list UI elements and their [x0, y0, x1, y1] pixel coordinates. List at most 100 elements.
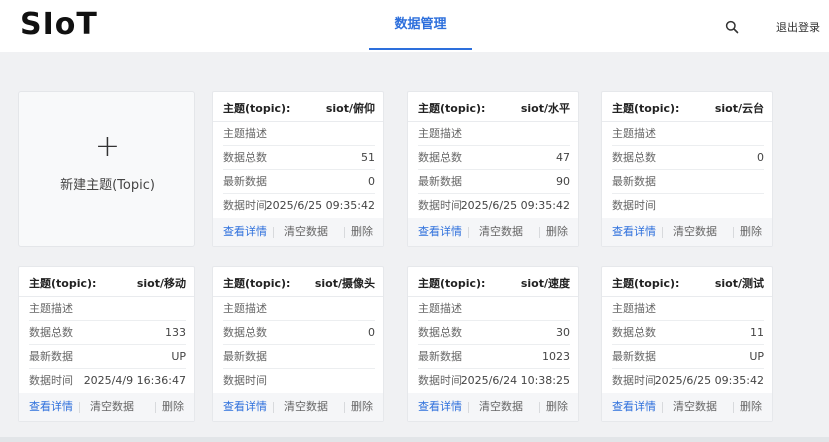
topic-name: siot/摄像头	[314, 277, 375, 290]
siot-logo[interactable]: SIoT	[20, 6, 98, 44]
clear-data-button[interactable]: 清空数据	[673, 393, 717, 421]
topic-key-label: 主题(topic):	[612, 102, 680, 115]
time-row: 数据时间	[612, 194, 764, 218]
delete-button[interactable]: 删除	[162, 393, 184, 421]
logout-link[interactable]: 退出登录	[776, 19, 820, 35]
action-divider	[344, 402, 345, 413]
topic-card: 主题(topic): siot/俯仰 主题描述 数据总数 51 最新数据 0 数据时间 2025…	[212, 91, 384, 247]
time-label: 数据时间	[612, 199, 656, 212]
topic-key-label: 主题(topic):	[612, 277, 680, 290]
count-row: 数据总数 30	[418, 321, 570, 345]
card-header: 主题(topic): siot/水平	[408, 92, 578, 122]
count-row: 数据总数 47	[418, 146, 570, 170]
search-icon[interactable]	[725, 20, 739, 34]
card-header: 主题(topic): siot/云台	[602, 92, 772, 122]
latest-label: 最新数据	[223, 175, 267, 188]
bottom-scroll-strip	[0, 437, 829, 442]
latest-label: 最新数据	[418, 350, 462, 363]
clear-data-button[interactable]: 清空数据	[479, 218, 523, 246]
action-divider	[273, 402, 274, 413]
desc-row: 主题描述	[418, 297, 570, 321]
topic-card: 主题(topic): siot/移动 主题描述 数据总数 133 最新数据 UP 数据时间 20…	[18, 266, 195, 422]
tab-data-management[interactable]: 数据管理	[369, 0, 472, 52]
latest-value: UP	[171, 350, 186, 363]
delete-button[interactable]: 删除	[351, 218, 373, 246]
clear-data-button[interactable]: 清空数据	[673, 218, 717, 246]
latest-row: 最新数据	[223, 345, 375, 369]
card-actions: 查看详情 清空数据 删除	[213, 218, 383, 246]
count-value: 133	[165, 326, 186, 339]
desc-row: 主题描述	[223, 297, 375, 321]
count-row: 数据总数 11	[612, 321, 764, 345]
clear-data-button[interactable]: 清空数据	[479, 393, 523, 421]
topic-key-label: 主题(topic):	[29, 277, 97, 290]
count-label: 数据总数	[418, 151, 462, 164]
time-label: 数据时间	[418, 374, 462, 387]
desc-label: 主题描述	[612, 302, 656, 315]
count-label: 数据总数	[612, 151, 656, 164]
action-divider	[155, 402, 156, 413]
topic-name: siot/速度	[520, 277, 570, 290]
time-label: 数据时间	[223, 199, 267, 212]
view-detail-button[interactable]: 查看详情	[29, 393, 73, 421]
latest-row: 最新数据 1023	[418, 345, 570, 369]
desc-label: 主题描述	[223, 302, 267, 315]
clear-data-button[interactable]: 清空数据	[90, 393, 134, 421]
topic-key-label: 主题(topic):	[418, 102, 486, 115]
topic-name: siot/云台	[714, 102, 764, 115]
count-label: 数据总数	[223, 326, 267, 339]
clear-data-button[interactable]: 清空数据	[284, 393, 328, 421]
view-detail-button[interactable]: 查看详情	[223, 393, 267, 421]
view-detail-button[interactable]: 查看详情	[418, 393, 462, 421]
card-actions: 查看详情 清空数据 删除	[602, 218, 772, 246]
clear-data-button[interactable]: 清空数据	[284, 218, 328, 246]
card-header: 主题(topic): siot/移动	[19, 267, 194, 297]
delete-button[interactable]: 删除	[740, 393, 762, 421]
time-value: 2025/6/25 09:35:42	[460, 199, 570, 212]
latest-row: 最新数据 90	[418, 170, 570, 194]
delete-button[interactable]: 删除	[546, 218, 568, 246]
topic-card: 主题(topic): siot/速度主题描述数据总数 30 最新数据 1023 数据时间 2…	[407, 266, 579, 422]
time-label: 数据时间	[223, 374, 267, 387]
view-detail-button[interactable]: 查看详情	[418, 218, 462, 246]
desc-row: 主题描述	[418, 122, 570, 146]
view-detail-button[interactable]: 查看详情	[612, 393, 656, 421]
time-value: 2025/6/25 09:35:42	[265, 199, 375, 212]
card-header: 主题(topic): siot/俯仰	[213, 92, 383, 122]
time-label: 数据时间	[612, 374, 656, 387]
action-divider	[468, 402, 469, 413]
latest-label: 最新数据	[612, 175, 656, 188]
action-divider	[733, 227, 734, 238]
desc-label: 主题描述	[418, 302, 462, 315]
action-divider	[539, 227, 540, 238]
delete-button[interactable]: 删除	[740, 218, 762, 246]
latest-row: 最新数据 UP	[29, 345, 186, 369]
topic-key-label: 主题(topic):	[223, 102, 291, 115]
view-detail-button[interactable]: 查看详情	[612, 218, 656, 246]
new-topic-card[interactable]: + 新建主题(Topic)	[18, 91, 195, 247]
latest-row: 最新数据	[612, 170, 764, 194]
time-value: 2025/6/24 10:38:25	[460, 374, 570, 387]
desc-row: 主题描述	[223, 122, 375, 146]
time-value: 2025/4/9 16:36:47	[83, 374, 186, 387]
count-row: 数据总数 51	[223, 146, 375, 170]
latest-value: 0	[368, 175, 375, 188]
latest-row: 最新数据 UP	[612, 345, 764, 369]
topic-key-label: 主题(topic):	[418, 277, 486, 290]
count-value: 30	[556, 326, 570, 339]
view-detail-button[interactable]: 查看详情	[223, 218, 267, 246]
delete-button[interactable]: 删除	[351, 393, 373, 421]
desc-row: 主题描述	[29, 297, 186, 321]
desc-label: 主题描述	[418, 127, 462, 140]
topic-card: 主题(topic): siot/摄像头主题描述数据总数 0 最新数据数据时间查看详情清…	[212, 266, 384, 422]
topic-card: 主题(topic): siot/测试 主题描述 数据总数 11 最新数据 UP 数据时间 202…	[601, 266, 773, 422]
count-value: 47	[556, 151, 570, 164]
latest-value: 1023	[542, 350, 570, 363]
time-row: 数据时间 2025/6/25 09:35:42	[223, 194, 375, 218]
time-value: 2025/6/25 09:35:42	[654, 374, 764, 387]
desc-row: 主题描述	[612, 297, 764, 321]
count-value: 0	[368, 326, 375, 339]
delete-button[interactable]: 删除	[546, 393, 568, 421]
count-row: 数据总数 133	[29, 321, 186, 345]
card-header: 主题(topic): siot/摄像头	[213, 267, 383, 297]
